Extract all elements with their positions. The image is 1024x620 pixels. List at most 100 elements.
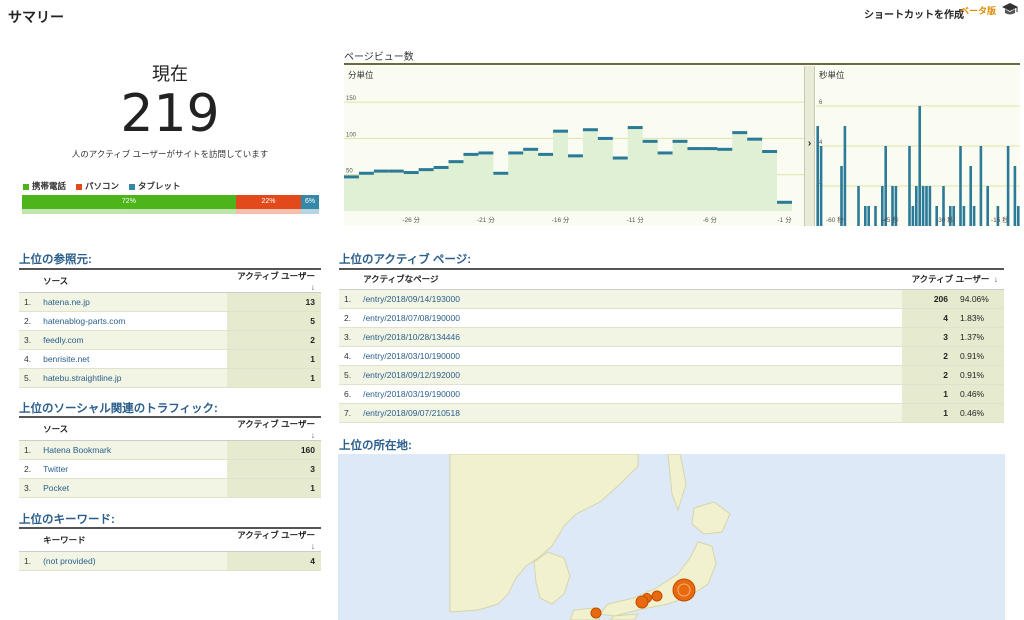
- minute-value-mark[interactable]: [418, 168, 434, 172]
- second-value-bar[interactable]: [867, 206, 870, 226]
- second-value-bar[interactable]: [986, 186, 989, 226]
- minute-value-mark[interactable]: [478, 151, 494, 155]
- row-source-link[interactable]: feedly.com: [37, 330, 227, 350]
- table-row[interactable]: 1. (not provided) 4: [19, 551, 321, 571]
- minute-value-mark[interactable]: [433, 165, 449, 169]
- table-row[interactable]: 7./entry/2018/09/07/210518 1 0.46%: [339, 403, 1004, 423]
- create-shortcut-link[interactable]: ショートカットを作成: [864, 6, 964, 21]
- row-source-link[interactable]: hatenablog-parts.com: [37, 311, 227, 331]
- minute-value-mark[interactable]: [672, 139, 688, 143]
- per-minute-chart-panel[interactable]: 150 100 50 -26 分 -21 分 -16 分 -11 分 -6 分 -1 分: [344, 66, 804, 226]
- pages-users-header[interactable]: アクティブ ユーザー ↓: [902, 268, 1004, 290]
- row-source-link[interactable]: hatena.ne.jp: [37, 292, 227, 312]
- expand-chart-toggle[interactable]: ›: [804, 66, 815, 226]
- table-row[interactable]: 1. hatena.ne.jp 13: [19, 292, 321, 312]
- row-source-link[interactable]: benrisite.net: [37, 349, 227, 369]
- second-value-bar[interactable]: [972, 206, 976, 226]
- minute-value-mark[interactable]: [344, 175, 359, 179]
- minute-value-mark[interactable]: [657, 151, 673, 155]
- minute-value-mark[interactable]: [687, 147, 703, 151]
- minute-value-mark[interactable]: [448, 160, 464, 164]
- table-row[interactable]: 3./entry/2018/10/28/134446 3 1.37%: [339, 327, 1004, 347]
- minute-value-mark[interactable]: [612, 156, 628, 160]
- minute-value-mark[interactable]: [568, 154, 583, 158]
- table-row[interactable]: 3. Pocket 1: [19, 478, 321, 498]
- minute-value-mark[interactable]: [523, 147, 539, 151]
- minute-value-mark[interactable]: [762, 149, 778, 153]
- minute-value-mark[interactable]: [717, 147, 733, 151]
- second-value-bar[interactable]: [857, 186, 860, 226]
- minute-value-mark[interactable]: [373, 169, 389, 173]
- minute-value-mark[interactable]: [747, 137, 763, 141]
- second-value-bar[interactable]: [1017, 206, 1020, 226]
- table-row[interactable]: 3. feedly.com 2: [19, 330, 321, 350]
- minute-value-mark[interactable]: [463, 152, 479, 156]
- row-page-link[interactable]: /entry/2018/09/12/192000: [357, 365, 902, 385]
- second-value-bar[interactable]: [816, 126, 819, 226]
- second-value-bar[interactable]: [928, 186, 932, 226]
- row-page-link[interactable]: /entry/2018/03/19/190000: [357, 384, 902, 404]
- second-value-bar[interactable]: [819, 146, 823, 226]
- table-row[interactable]: 4. benrisite.net 1: [19, 349, 321, 369]
- second-value-bar[interactable]: [1013, 166, 1017, 226]
- minute-value-mark[interactable]: [642, 139, 658, 143]
- per-minute-chart[interactable]: 150 100 50 -26 分 -21 分 -16 分 -11 分 -6 分 -1 分: [344, 66, 804, 226]
- second-value-bar[interactable]: [884, 146, 887, 226]
- row-source-link[interactable]: Hatena Bookmark: [37, 440, 227, 460]
- table-row[interactable]: 6./entry/2018/03/19/190000 1 0.46%: [339, 384, 1004, 404]
- row-source-link[interactable]: hatebu.straightline.jp: [37, 368, 227, 388]
- minute-value-mark[interactable]: [582, 128, 598, 132]
- second-value-bar[interactable]: [918, 106, 921, 226]
- table-row[interactable]: 1./entry/2018/09/14/193000 206 94.06%: [339, 289, 1004, 309]
- referrals-users-header[interactable]: アクティブ ユーザー↓: [227, 268, 321, 293]
- per-second-chart[interactable]: 642-60 秒-45 秒-30 秒-15 秒: [816, 66, 1020, 226]
- row-page-link[interactable]: /entry/2018/03/10/190000: [357, 346, 902, 366]
- row-keyword-link[interactable]: (not provided): [37, 551, 227, 571]
- minute-value-mark[interactable]: [358, 171, 374, 175]
- table-row[interactable]: 4./entry/2018/03/10/190000 2 0.91%: [339, 346, 1004, 366]
- table-row[interactable]: 2. Twitter 3: [19, 459, 321, 479]
- second-value-bar[interactable]: [921, 186, 925, 226]
- row-page-link[interactable]: /entry/2018/09/07/210518: [357, 403, 902, 423]
- table-row[interactable]: 5. hatebu.straightline.jp 1: [19, 368, 321, 388]
- row-source-link[interactable]: Pocket: [37, 478, 227, 498]
- row-source-link[interactable]: Twitter: [37, 459, 227, 479]
- graduation-cap-icon[interactable]: [1002, 2, 1018, 16]
- minute-value-mark[interactable]: [508, 151, 524, 155]
- keywords-users-header[interactable]: アクティブ ユーザー↓: [227, 527, 321, 552]
- second-value-bar[interactable]: [911, 206, 915, 226]
- row-page-link[interactable]: /entry/2018/10/28/134446: [357, 327, 902, 347]
- second-value-bar[interactable]: [843, 126, 847, 226]
- second-value-bar[interactable]: [908, 146, 911, 226]
- minute-value-mark[interactable]: [732, 131, 748, 135]
- table-row[interactable]: 5./entry/2018/09/12/192000 2 0.91%: [339, 365, 1004, 385]
- table-row[interactable]: 2./entry/2018/07/08/190000 4 1.83%: [339, 308, 1004, 328]
- row-page-link[interactable]: /entry/2018/07/08/190000: [357, 308, 902, 328]
- minute-value-mark[interactable]: [538, 152, 554, 156]
- minute-value-mark[interactable]: [388, 169, 404, 173]
- minute-value-mark[interactable]: [777, 200, 792, 204]
- minute-value-mark[interactable]: [597, 136, 613, 140]
- second-value-bar[interactable]: [962, 206, 966, 226]
- minute-value-mark[interactable]: [493, 171, 509, 175]
- row-page-link[interactable]: /entry/2018/09/14/193000: [357, 289, 902, 309]
- minute-value-mark[interactable]: [627, 126, 643, 130]
- minute-value-mark[interactable]: [403, 171, 419, 175]
- row-active-users: 5: [227, 311, 321, 331]
- per-second-chart-panel[interactable]: 642-60 秒-45 秒-30 秒-15 秒: [816, 66, 1020, 226]
- second-value-bar[interactable]: [864, 206, 867, 226]
- second-value-bar[interactable]: [1006, 146, 1010, 226]
- minute-value-mark[interactable]: [553, 129, 568, 133]
- table-row[interactable]: 2. hatenablog-parts.com 5: [19, 311, 321, 331]
- second-value-bar[interactable]: [915, 186, 918, 226]
- second-value-bar[interactable]: [874, 206, 877, 226]
- table-row[interactable]: 1. Hatena Bookmark 160: [19, 440, 321, 460]
- second-value-bar[interactable]: [979, 146, 983, 226]
- minute-value-mark[interactable]: [702, 147, 718, 151]
- social-users-header[interactable]: アクティブ ユーザー↓: [227, 416, 321, 441]
- second-value-bar[interactable]: [969, 166, 972, 226]
- location-map[interactable]: [338, 454, 1005, 620]
- second-value-bar[interactable]: [925, 186, 928, 226]
- sort-down-icon: ↓: [310, 430, 315, 440]
- second-value-bar[interactable]: [959, 146, 962, 226]
